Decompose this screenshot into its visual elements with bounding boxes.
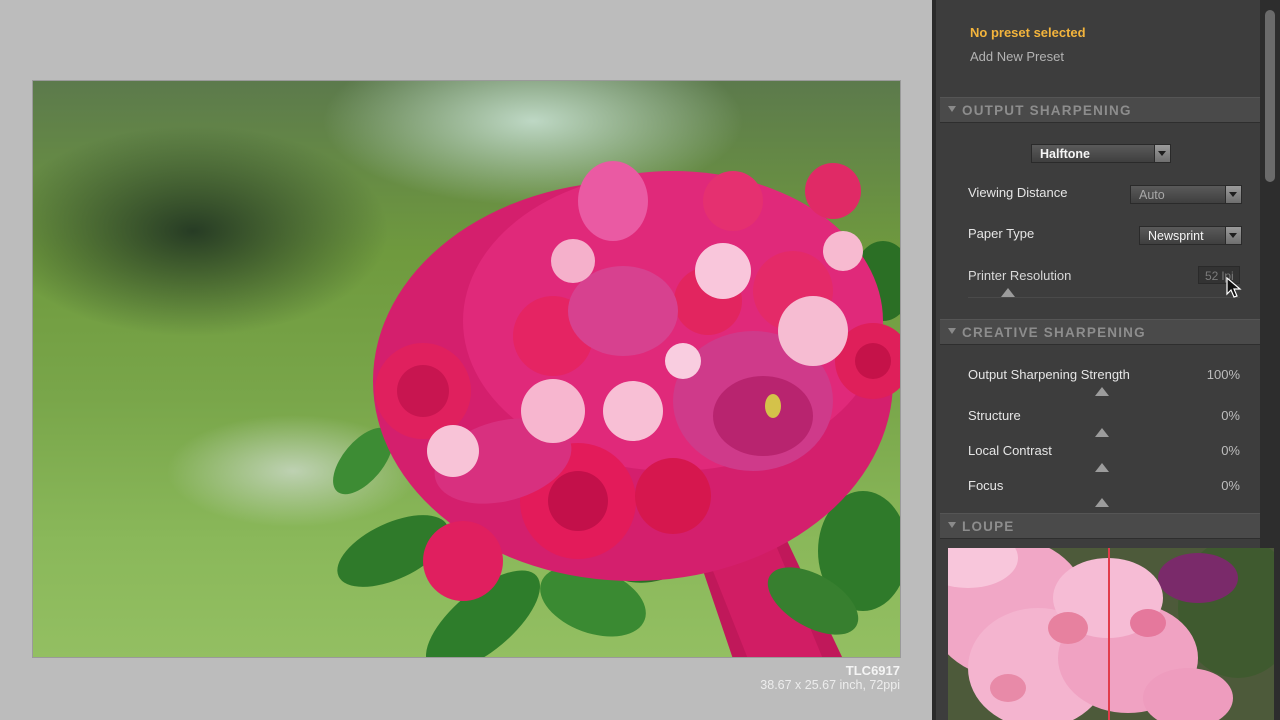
dropdown-arrow-icon	[1154, 145, 1170, 162]
slider-thumb-icon[interactable]	[1001, 288, 1015, 297]
image-dimensions: 38.67 x 25.67 inch, 72ppi	[760, 678, 900, 692]
dropdown-arrow-icon	[1225, 227, 1241, 244]
paper-type-label: Paper Type	[968, 226, 1035, 241]
bouquet-illustration	[333, 161, 900, 657]
output-sharpening-strength-label: Output Sharpening Strength	[968, 367, 1130, 382]
dropdown-arrow-icon	[1225, 186, 1241, 203]
image-filename: TLC6917	[845, 663, 900, 678]
collapse-triangle-icon	[948, 522, 956, 528]
bouquet-photo[interactable]	[32, 80, 901, 658]
local-contrast-label: Local Contrast	[968, 443, 1052, 458]
sharpening-mode-dropdown[interactable]: Halftone	[1031, 144, 1171, 163]
viewing-distance-label: Viewing Distance	[968, 185, 1068, 200]
image-canvas[interactable]: TLC6917 38.67 x 25.67 inch, 72ppi	[0, 0, 932, 720]
loupe-image	[948, 548, 1274, 720]
creative-sharpening-title: CREATIVE SHARPENING	[962, 325, 1146, 340]
structure-value: 0%	[1221, 408, 1240, 423]
viewing-distance-value: Auto	[1139, 188, 1165, 202]
printer-resolution-slider-track[interactable]	[968, 297, 1240, 298]
slider-thumb-icon[interactable]	[1095, 463, 1109, 472]
output-sharpening-title: OUTPUT SHARPENING	[962, 103, 1132, 118]
mouse-cursor-icon	[1226, 277, 1242, 298]
paper-type-value: Newsprint	[1148, 229, 1204, 243]
loupe-guide-line	[1108, 548, 1110, 720]
structure-label: Structure	[968, 408, 1021, 423]
slider-thumb-icon[interactable]	[1095, 498, 1109, 507]
collapse-triangle-icon	[948, 106, 956, 112]
creative-sharpening-header[interactable]: CREATIVE SHARPENING	[940, 319, 1262, 345]
loupe-header[interactable]: LOUPE	[940, 513, 1262, 539]
add-new-preset-link[interactable]: Add New Preset	[970, 49, 1064, 64]
paper-type-dropdown[interactable]: Newsprint	[1139, 226, 1242, 245]
local-contrast-value: 0%	[1221, 443, 1240, 458]
scrollbar-thumb[interactable]	[1265, 10, 1275, 182]
sharpening-mode-value: Halftone	[1040, 147, 1090, 161]
slider-thumb-icon[interactable]	[1095, 387, 1109, 396]
output-sharpening-header[interactable]: OUTPUT SHARPENING	[940, 97, 1262, 123]
collapse-triangle-icon	[948, 328, 956, 334]
loupe-preview[interactable]	[948, 548, 1274, 720]
viewing-distance-dropdown[interactable]: Auto	[1130, 185, 1242, 204]
slider-thumb-icon[interactable]	[1095, 428, 1109, 437]
preset-status: No preset selected	[970, 25, 1086, 40]
settings-panel: No preset selected Add New Preset OUTPUT…	[932, 0, 1280, 720]
output-sharpening-strength-value: 100%	[1206, 367, 1240, 382]
loupe-title: LOUPE	[962, 519, 1015, 534]
image-info: TLC6917 38.67 x 25.67 inch, 72ppi	[760, 663, 900, 693]
printer-resolution-label: Printer Resolution	[968, 268, 1072, 283]
focus-label: Focus	[968, 478, 1004, 493]
focus-value: 0%	[1221, 478, 1240, 493]
